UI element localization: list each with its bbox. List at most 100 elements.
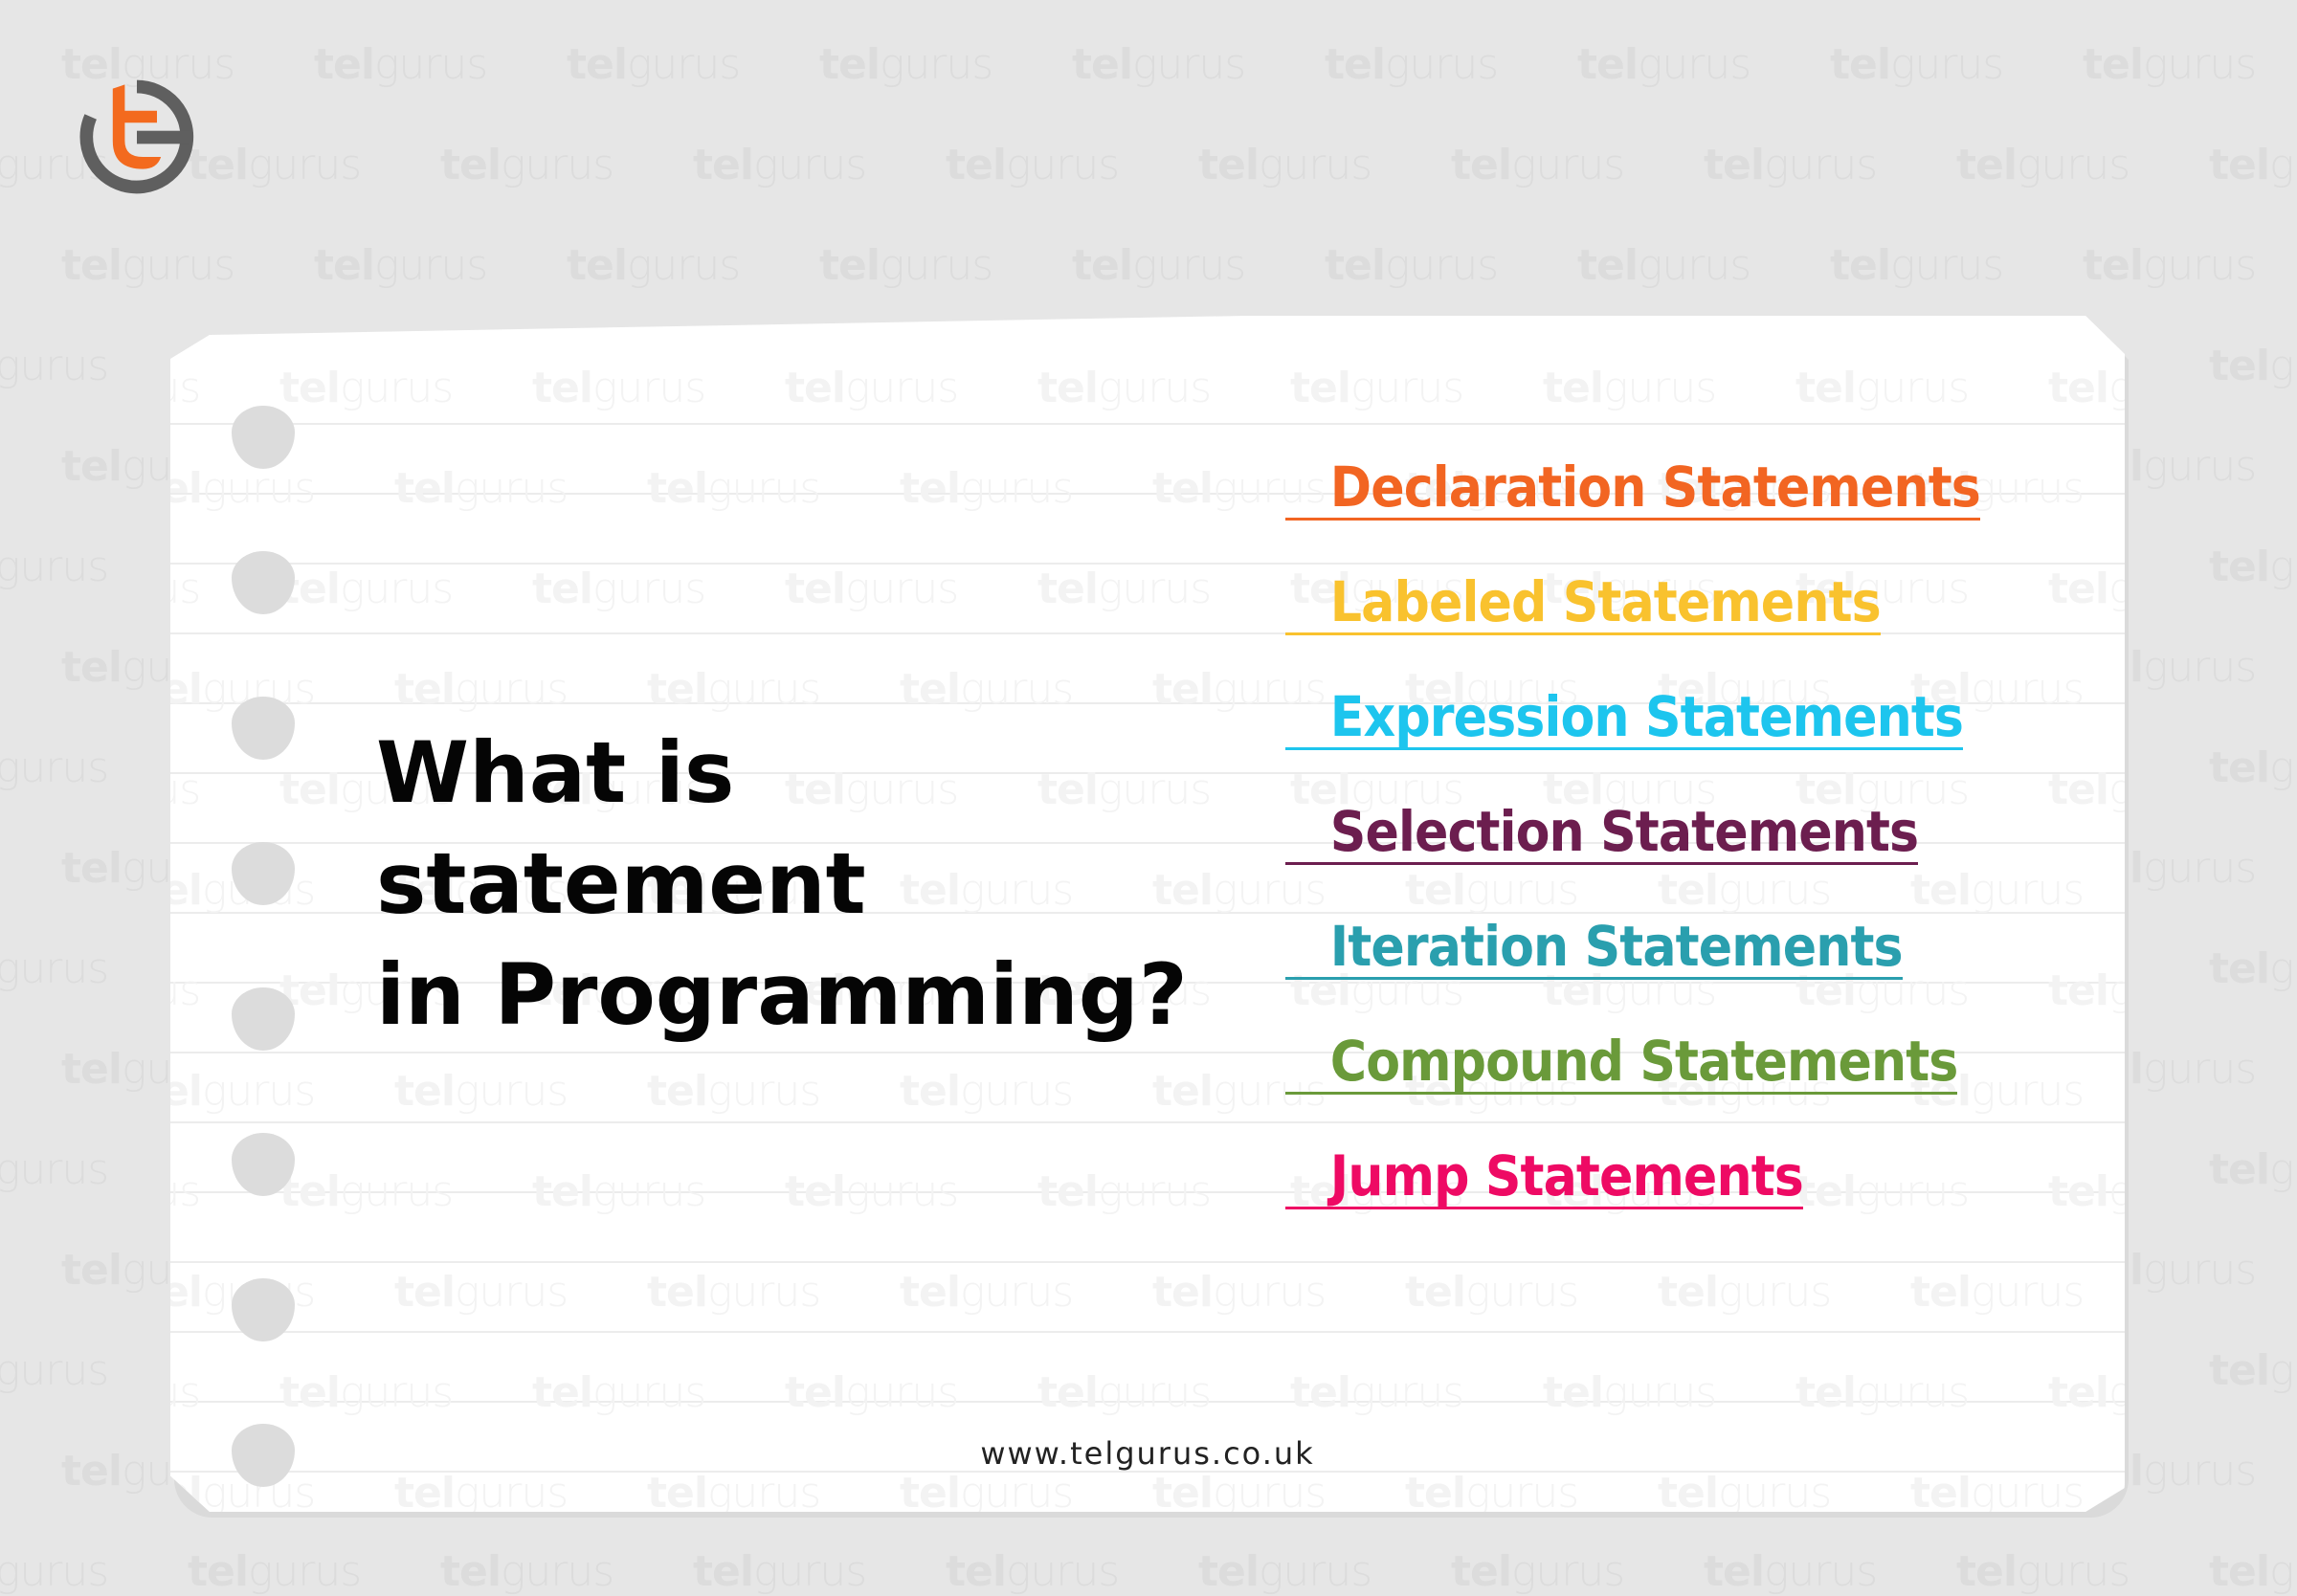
watermark-text: telgurus bbox=[900, 1067, 1074, 1116]
watermark-text: telgurus bbox=[1543, 1368, 1717, 1417]
watermark-text: telgurus bbox=[2209, 1145, 2297, 1194]
watermark-text: telgurus bbox=[170, 364, 201, 412]
watermark-text: telgurus bbox=[647, 464, 821, 513]
statement-underline bbox=[1285, 862, 1919, 865]
watermark-text: telgurus bbox=[1405, 1268, 1579, 1317]
watermark-text: telgurus bbox=[1910, 866, 2085, 915]
watermark-text: telgurus bbox=[170, 765, 201, 814]
watermark-text: telgurus bbox=[2209, 944, 2297, 993]
statement-underline bbox=[1285, 747, 1964, 750]
statement-item: Selection Statements bbox=[1285, 799, 1919, 864]
watermark-text: telgurus bbox=[1037, 364, 1212, 412]
watermark-text: telgurus bbox=[1152, 1469, 1327, 1512]
watermark-text: telgurus bbox=[279, 364, 454, 412]
watermark-text: telgurus bbox=[170, 464, 316, 513]
watermark-text: telgurus bbox=[440, 1547, 614, 1596]
page-title: What is statement in Programming? bbox=[376, 718, 1238, 1051]
watermark-text: telgurus bbox=[1290, 1368, 1464, 1417]
watermark-text: telgurus bbox=[2209, 1547, 2297, 1596]
watermark-text: telgurus bbox=[1704, 141, 1878, 189]
statement-label: Jump Statements bbox=[1329, 1143, 1804, 1208]
watermark-text: telgurus bbox=[567, 40, 741, 89]
watermark-text: telgurus bbox=[170, 1167, 201, 1216]
watermark-text: telgurus bbox=[693, 1547, 867, 1596]
title-line-1: What is statement bbox=[376, 723, 866, 933]
statement-underline bbox=[1285, 977, 1903, 980]
watermark-text: telgurus bbox=[279, 1368, 454, 1417]
statement-item: Labeled Statements bbox=[1285, 573, 1882, 631]
watermark-text: telgurus bbox=[2209, 743, 2297, 792]
watermark-text: telgurus bbox=[1451, 1547, 1625, 1596]
watermark-text: telgurus bbox=[1325, 40, 1499, 89]
watermark-text: telgurus bbox=[1795, 1167, 1970, 1216]
watermark-text: telgurus bbox=[900, 1469, 1074, 1512]
statement-label: Selection Statements bbox=[1329, 799, 1919, 864]
watermark-text: telgurus bbox=[1290, 364, 1464, 412]
statement-underline bbox=[1285, 632, 1881, 635]
watermark-text: telgurus bbox=[2048, 1167, 2125, 1216]
statement-item: Expression Statements bbox=[1285, 684, 1964, 749]
watermark-text: telgurus bbox=[61, 241, 235, 290]
watermark-text: telgurus bbox=[1405, 1469, 1579, 1512]
watermark-text: telgurus bbox=[647, 1268, 821, 1317]
watermark-text: telgurus bbox=[1037, 1167, 1212, 1216]
watermark-text: telgurus bbox=[0, 342, 109, 390]
watermark-text: telgurus bbox=[900, 665, 1074, 714]
watermark-text: telgurus bbox=[394, 1268, 569, 1317]
watermark-text: telgurus bbox=[279, 1167, 454, 1216]
statement-underline bbox=[1285, 1092, 1958, 1095]
watermark-text: telgurus bbox=[819, 241, 993, 290]
watermark-text: telgurus bbox=[314, 241, 488, 290]
watermark-text: telgurus bbox=[785, 565, 959, 613]
watermark-text: telgurus bbox=[1795, 364, 1970, 412]
watermark-text: telgurus bbox=[532, 364, 706, 412]
statement-underline bbox=[1285, 518, 1980, 521]
watermark-text: telgurus bbox=[1072, 241, 1246, 290]
watermark-text: telgurus bbox=[785, 1368, 959, 1417]
watermark-text: telgurus bbox=[785, 364, 959, 412]
watermark-text: telgurus bbox=[0, 1547, 109, 1596]
watermark-text: telgurus bbox=[946, 1547, 1120, 1596]
watermark-text: telgurus bbox=[1451, 141, 1625, 189]
watermark-text: telgurus bbox=[1325, 241, 1499, 290]
statement-label: Declaration Statements bbox=[1329, 454, 1981, 520]
watermark-text: telgurus bbox=[440, 141, 614, 189]
watermark-text: telgurus bbox=[1037, 565, 1212, 613]
statement-label: Expression Statements bbox=[1329, 684, 1964, 749]
watermark-text: telgurus bbox=[1072, 40, 1246, 89]
watermark-text: telgurus bbox=[394, 665, 569, 714]
watermark-text: telgurus bbox=[2048, 364, 2125, 412]
watermark-text: telgurus bbox=[532, 565, 706, 613]
watermark-text: telgurus bbox=[394, 1067, 569, 1116]
watermark-text: telgurus bbox=[1956, 1547, 2130, 1596]
watermark-text: telgurus bbox=[188, 1547, 362, 1596]
watermark-text: telgurus bbox=[1830, 241, 2004, 290]
watermark-text: telgurus bbox=[279, 565, 454, 613]
watermark-text: telgurus bbox=[2209, 1346, 2297, 1395]
watermark-text: telgurus bbox=[170, 565, 201, 613]
title-line-2: in Programming? bbox=[376, 945, 1188, 1044]
watermark-text: telgurus bbox=[2209, 342, 2297, 390]
watermark-text: telgurus bbox=[900, 464, 1074, 513]
watermark-text: telgurus bbox=[2048, 966, 2125, 1015]
watermark-text: telgurus bbox=[0, 743, 109, 792]
statement-item: Jump Statements bbox=[1285, 1143, 1804, 1208]
watermark-text: telgurus bbox=[170, 966, 201, 1015]
watermark-text: telgurus bbox=[532, 1167, 706, 1216]
watermark-text: telgurus bbox=[1830, 40, 2004, 89]
watermark-text: telgurus bbox=[819, 40, 993, 89]
telgurus-logo-icon bbox=[79, 79, 194, 194]
watermark-text: telgurus bbox=[1577, 40, 1751, 89]
watermark-text: telgurus bbox=[647, 665, 821, 714]
watermark-text: telgurus bbox=[1577, 241, 1751, 290]
statement-underline bbox=[1285, 1207, 1803, 1209]
statement-item: Iteration Statements bbox=[1285, 918, 1904, 975]
watermark-text: telgurus bbox=[2209, 543, 2297, 591]
watermark-text: telgurus bbox=[2083, 40, 2257, 89]
watermark-text: telgurus bbox=[0, 543, 109, 591]
statement-label: Compound Statements bbox=[1329, 1029, 1959, 1094]
watermark-text: telgurus bbox=[0, 1145, 109, 1194]
website-url[interactable]: www.telgurus.co.uk bbox=[170, 1435, 2125, 1472]
watermark-text: telgurus bbox=[1198, 1547, 1372, 1596]
watermark-text: telgurus bbox=[1910, 1469, 2085, 1512]
